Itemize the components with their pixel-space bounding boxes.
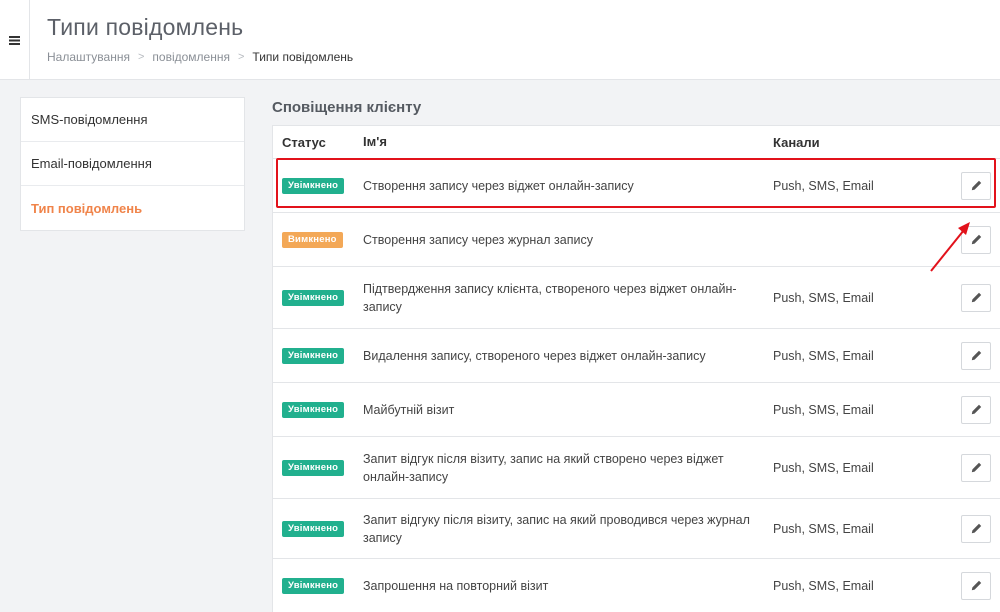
page-title: Типи повідомлень <box>47 14 244 40</box>
edit-button[interactable] <box>961 571 991 600</box>
status-cell: Вимкнено <box>273 231 363 248</box>
pencil-icon <box>971 350 981 361</box>
table-row: Увімкнено Запрошення на повторний візит Pu… <box>273 559 1000 612</box>
hamburger-icon <box>9 35 20 45</box>
column-header-channels: Канали <box>773 134 820 150</box>
pencil-icon <box>971 580 981 591</box>
table-row: Увімкнено Видалення запису, створеного че… <box>273 329 1000 383</box>
pencil-icon <box>971 462 981 473</box>
action-cell <box>953 341 1000 370</box>
notification-channels: Push, SMS, Email <box>773 460 874 475</box>
status-cell: Увімкнено <box>273 577 363 594</box>
action-cell <box>953 514 1000 543</box>
status-badge: Увімкнено <box>282 578 345 594</box>
column-header-name: Ім'я <box>363 134 387 149</box>
section-title: Сповіщення клієнту <box>272 99 422 116</box>
table-row: Увімкнено Запит відгук після візиту, запи… <box>273 437 1000 499</box>
notification-name: Запит відгуку після візиту, запис на яки… <box>363 512 750 545</box>
breadcrumb-settings[interactable]: Налаштування <box>47 50 130 64</box>
pencil-icon <box>971 292 981 303</box>
status-cell: Увімкнено <box>273 401 363 418</box>
edit-button[interactable] <box>961 395 991 424</box>
edit-button[interactable] <box>961 283 991 312</box>
top-bar: Типи повідомлень Налаштування > повідомл… <box>0 0 1000 80</box>
sidebar: SMS-повідомлення Email-повідомлення Тип … <box>20 97 245 231</box>
status-badge: Увімкнено <box>282 178 345 194</box>
status-badge: Увімкнено <box>282 521 345 537</box>
table-row: Увімкнено Створення запису через віджет о… <box>273 159 1000 213</box>
menu-button[interactable] <box>0 0 30 80</box>
status-badge: Вимкнено <box>282 232 343 248</box>
notification-name: Створення запису через журнал запису <box>363 232 593 247</box>
breadcrumb-current: Типи повідомлень <box>252 50 354 64</box>
breadcrumb: Налаштування > повідомлення > Типи повід… <box>47 50 353 64</box>
action-cell <box>953 395 1000 424</box>
table-row: Увімкнено Майбутній візит Push, SMS, Email <box>273 383 1000 437</box>
notification-channels: Push, SMS, Email <box>773 521 874 536</box>
table-header: Статус Ім'я Канали <box>273 126 1000 159</box>
table-row: Увімкнено Запит відгуку після візиту, зап… <box>273 499 1000 559</box>
edit-button[interactable] <box>961 453 991 482</box>
status-badge: Увімкнено <box>282 348 345 364</box>
breadcrumb-notifications[interactable]: повідомлення <box>152 50 230 64</box>
breadcrumb-separator: > <box>137 51 145 63</box>
notification-channels: Push, SMS, Email <box>773 290 874 305</box>
notification-channels: Push, SMS, Email <box>773 178 874 193</box>
status-cell: Увімкнено <box>273 177 363 194</box>
notification-name: Створення запису через віджет онлайн-зап… <box>363 178 634 193</box>
notification-name: Видалення запису, створеного через відже… <box>363 348 706 363</box>
action-cell <box>953 453 1000 482</box>
notification-channels: Push, SMS, Email <box>773 348 874 363</box>
pencil-icon <box>971 523 981 534</box>
action-cell <box>953 283 1000 312</box>
pencil-icon <box>971 234 981 245</box>
edit-button[interactable] <box>961 171 991 200</box>
column-header-status: Статус <box>282 134 326 150</box>
action-cell <box>953 225 1000 254</box>
edit-button[interactable] <box>961 514 991 543</box>
status-badge: Увімкнено <box>282 402 345 418</box>
pencil-icon <box>971 404 981 415</box>
table-row: Увімкнено Підтвердження запису клієнта, с… <box>273 267 1000 329</box>
pencil-icon <box>971 180 981 191</box>
notifications-table: Статус Ім'я Канали Увімкнено Створення за… <box>272 125 1000 612</box>
edit-button[interactable] <box>961 225 991 254</box>
notification-channels: Push, SMS, Email <box>773 402 874 417</box>
status-cell: Увімкнено <box>273 289 363 306</box>
notification-channels: Push, SMS, Email <box>773 578 874 593</box>
status-cell: Увімкнено <box>273 347 363 364</box>
action-cell <box>953 171 1000 200</box>
notification-name: Запрошення на повторний візит <box>363 578 549 593</box>
edit-button[interactable] <box>961 341 991 370</box>
status-cell: Увімкнено <box>273 459 363 476</box>
breadcrumb-separator: > <box>237 51 245 63</box>
table-row: Вимкнено Створення запису через журнал за… <box>273 213 1000 267</box>
sidebar-item-sms[interactable]: SMS-повідомлення <box>21 98 244 142</box>
notification-name: Майбутній візит <box>363 402 455 417</box>
action-cell <box>953 571 1000 600</box>
sidebar-item-notification-types[interactable]: Тип повідомлень <box>21 186 244 230</box>
notification-name: Підтвердження запису клієнта, створеного… <box>363 281 737 314</box>
sidebar-item-email[interactable]: Email-повідомлення <box>21 142 244 186</box>
status-badge: Увімкнено <box>282 460 345 476</box>
status-cell: Увімкнено <box>273 520 363 537</box>
status-badge: Увімкнено <box>282 290 345 306</box>
notification-name: Запит відгук після візиту, запис на який… <box>363 451 724 484</box>
